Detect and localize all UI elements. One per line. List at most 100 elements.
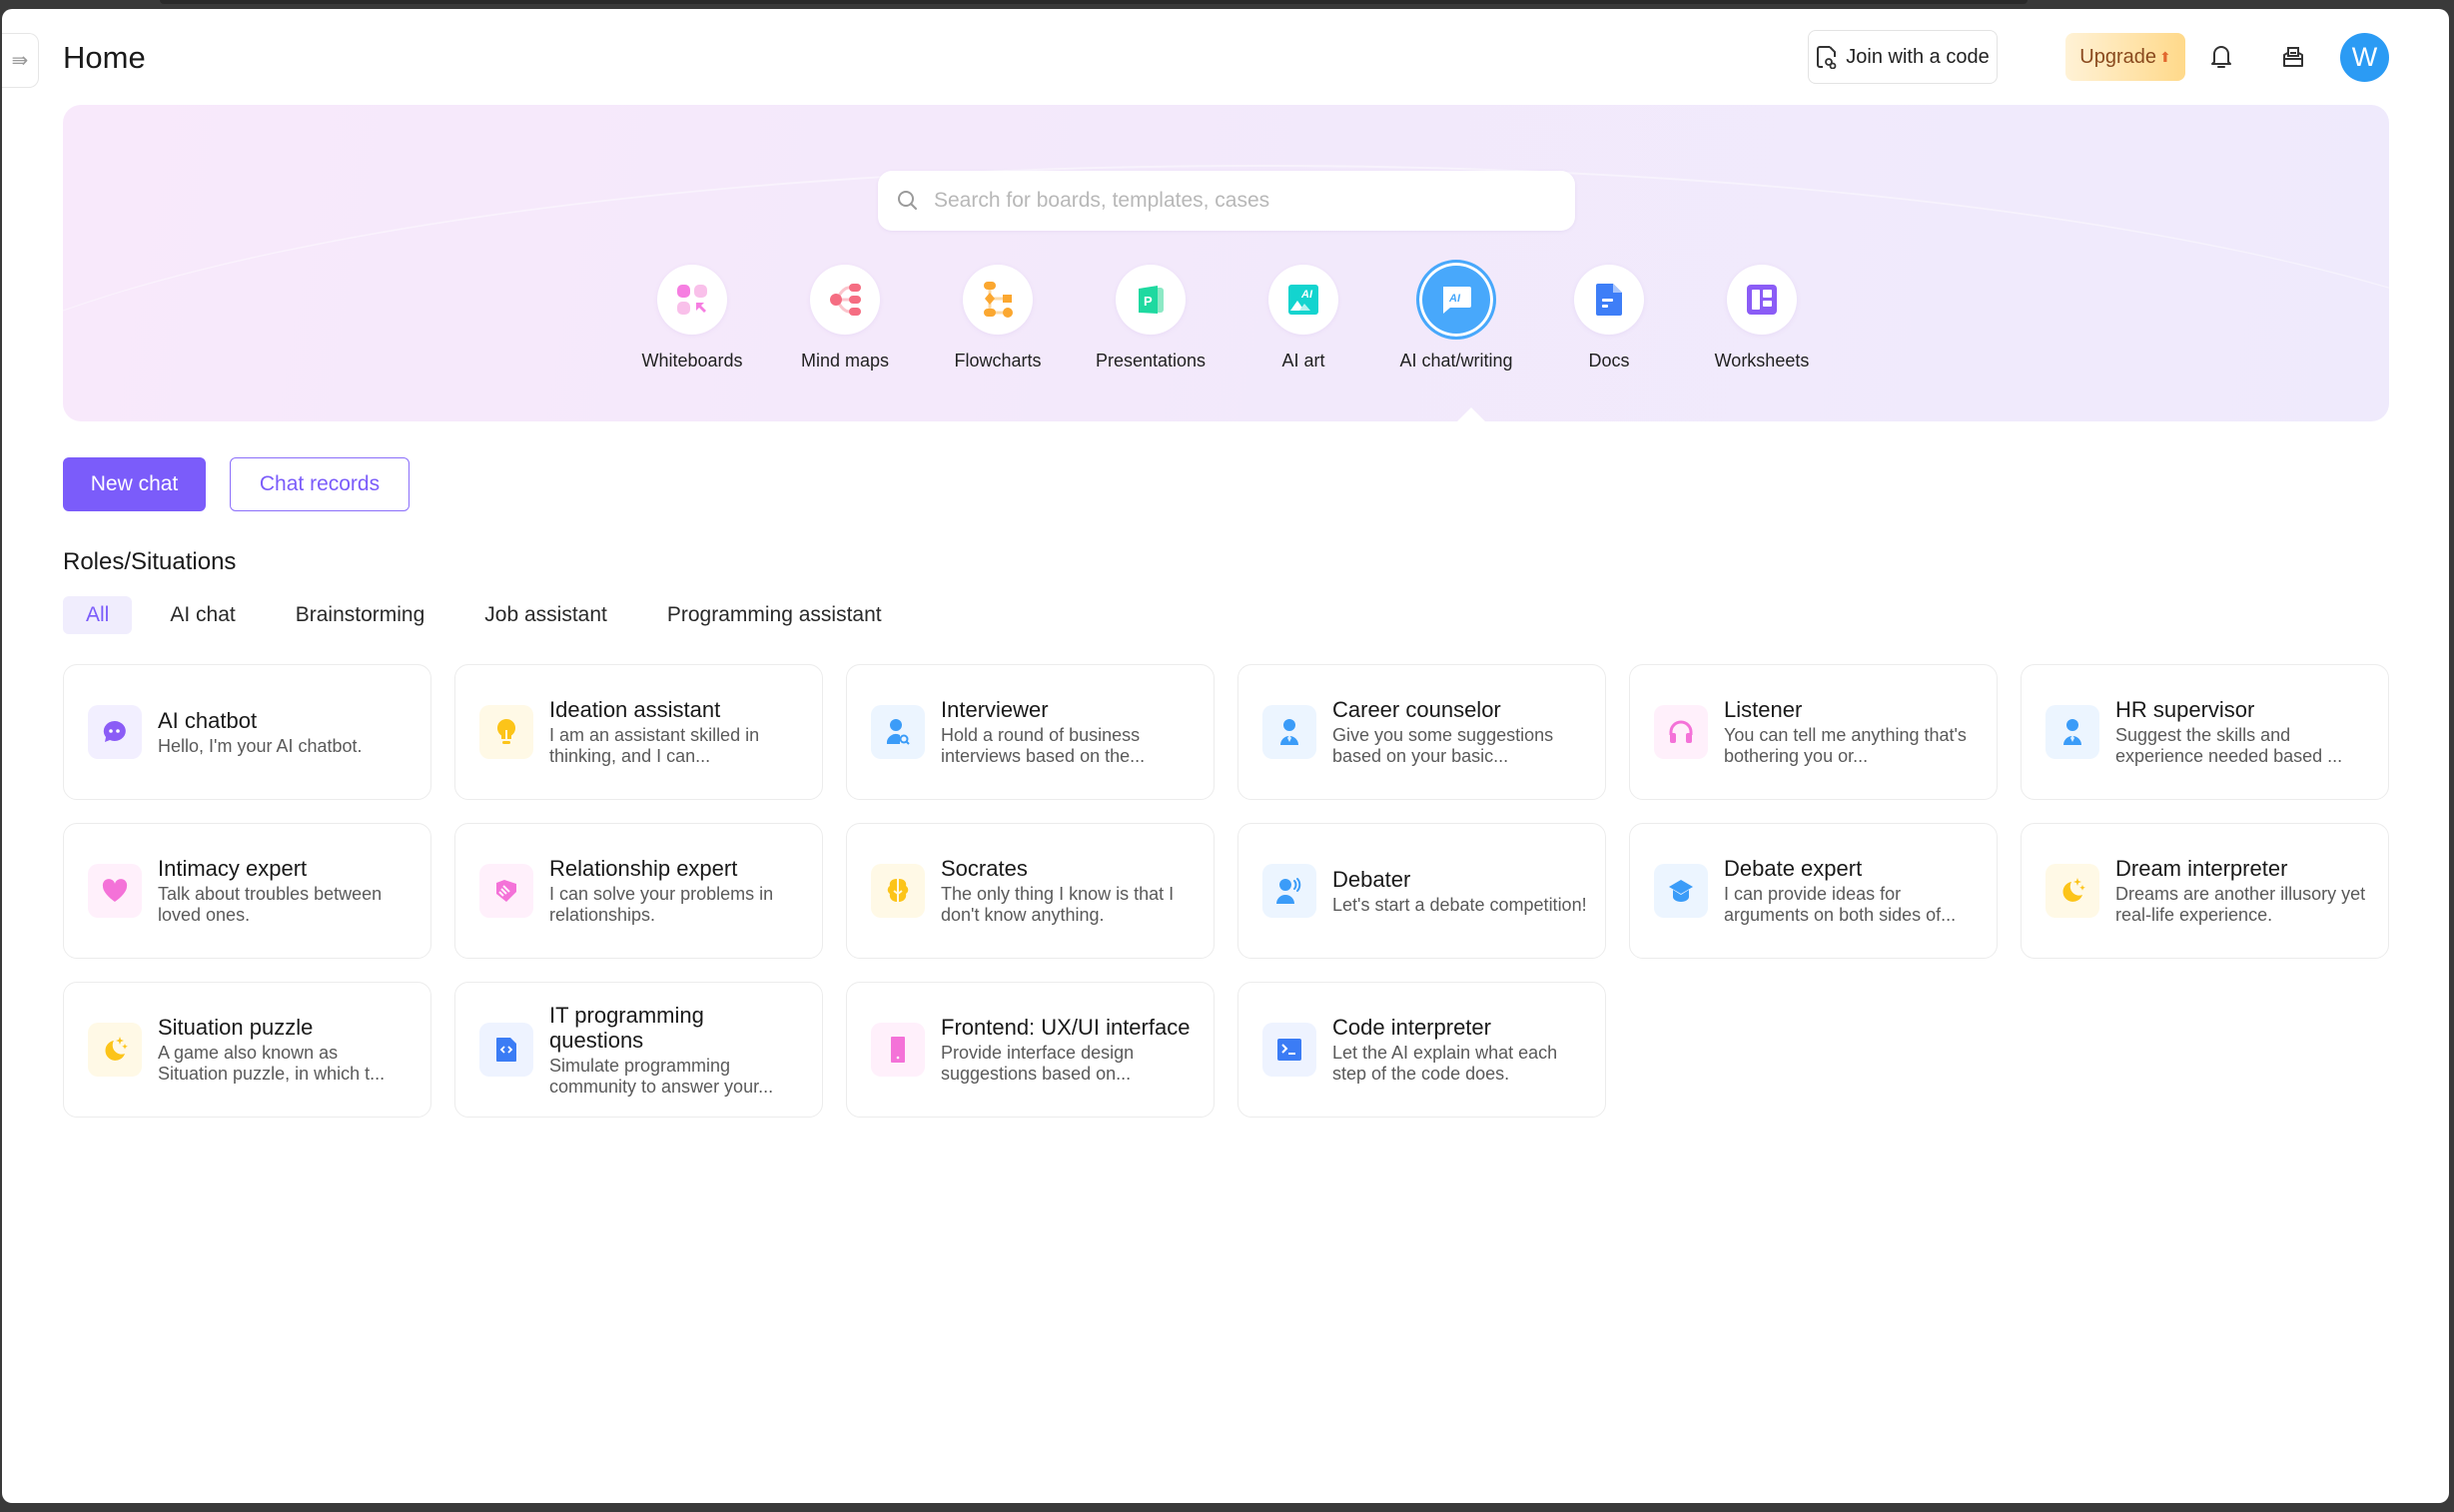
category-ai-chat-writing[interactable]: AI AI chat/writing (1386, 260, 1526, 372)
card-description: Suggest the skills and experience needed… (2115, 725, 2343, 766)
person-icon (1280, 719, 1298, 745)
role-card-hr-supervisor[interactable]: HR supervisor Suggest the skills and exp… (2021, 664, 2389, 800)
join-with-code-button[interactable]: Join with a code (1808, 30, 1998, 84)
card-description: Simulate programming community to answer… (549, 1055, 774, 1097)
card-title: Interviewer (941, 697, 1049, 722)
card-title: Career counselor (1332, 697, 1501, 722)
card-icon-wrap (88, 1023, 142, 1077)
heart-icon (102, 879, 128, 902)
role-card-dream-interpreter[interactable]: Dream interpreter Dreams are another ill… (2021, 823, 2389, 959)
chat-records-button[interactable]: Chat records (230, 457, 409, 511)
category-ai-art[interactable]: AI AI art (1233, 265, 1373, 372)
notifications-button[interactable] (2203, 39, 2239, 75)
card-title: Debate expert (1724, 856, 1863, 881)
card-text: Situation puzzle A game also known as Si… (158, 1015, 430, 1085)
card-text: Socrates The only thing I know is that I… (941, 856, 1214, 926)
category-label: Flowcharts (954, 351, 1042, 371)
card-text: Interviewer Hold a round of business int… (941, 697, 1214, 767)
page-title: Home (63, 40, 146, 75)
search-input[interactable] (934, 189, 1575, 213)
svg-text:AI: AI (1448, 293, 1461, 305)
category-mind-maps[interactable]: Mind maps (775, 265, 915, 372)
role-card-socrates[interactable]: Socrates The only thing I know is that I… (846, 823, 1215, 959)
graduation-cap-icon (1669, 880, 1693, 902)
active-category-pointer (1457, 407, 1485, 421)
card-title: Relationship expert (549, 856, 738, 881)
card-icon-wrap (2045, 705, 2099, 759)
card-icon-wrap (1654, 705, 1708, 759)
card-title: Dream interpreter (2115, 856, 2288, 881)
link-file-icon (1817, 46, 1837, 69)
role-card-relationship-expert[interactable]: Relationship expert I can solve your pro… (454, 823, 823, 959)
card-icon-wrap (1262, 705, 1316, 759)
role-card-code-interpreter[interactable]: Code interpreter Let the AI explain what… (1237, 982, 1606, 1118)
upgrade-button[interactable]: Upgrade ⬆ (2065, 33, 2185, 81)
card-description: Provide interface design suggestions bas… (941, 1043, 1135, 1084)
card-text: Listener You can tell me anything that's… (1724, 697, 1997, 767)
card-text: AI chatbot Hello, I'm your AI chatbot. (158, 708, 381, 757)
hero-banner: Whiteboards Mind maps (63, 105, 2389, 421)
handshake-icon (496, 880, 516, 902)
inbox-button[interactable] (2275, 39, 2311, 75)
card-title: HR supervisor (2115, 697, 2255, 722)
filter-tab-job-assistant[interactable]: Job assistant (466, 596, 625, 634)
role-card-intimacy-expert[interactable]: Intimacy expert Talk about troubles betw… (63, 823, 431, 959)
upgrade-label: Upgrade (2079, 45, 2156, 68)
category-presentations[interactable]: P Presentations (1081, 265, 1221, 372)
card-description: Hello, I'm your AI chatbot. (158, 735, 363, 756)
user-avatar[interactable]: W (2340, 33, 2389, 82)
category-worksheets[interactable]: Worksheets (1692, 265, 1832, 372)
card-description: Let the AI explain what each step of the… (1332, 1043, 1558, 1084)
roles-section-title: Roles/Situations (63, 548, 237, 575)
code-file-icon (496, 1038, 516, 1062)
role-card-interviewer[interactable]: Interviewer Hold a round of business int… (846, 664, 1215, 800)
role-card-ideation-assistant[interactable]: Ideation assistant I am an assistant ski… (454, 664, 823, 800)
category-label: AI chat/writing (1399, 351, 1513, 371)
card-title: AI chatbot (158, 707, 258, 733)
card-description: A game also known as Situation puzzle, i… (158, 1043, 386, 1084)
join-label: Join with a code (1846, 45, 1990, 68)
role-card-it-programming-questions[interactable]: IT programming questions Simulate progra… (454, 982, 823, 1118)
filter-tab-ai-chat[interactable]: AI chat (152, 596, 253, 634)
role-card-debater[interactable]: Debater Let's start a debate competition… (1237, 823, 1606, 959)
card-icon-wrap (1654, 864, 1708, 918)
card-description: I can solve your problems in relationshi… (549, 884, 774, 925)
card-icon-wrap (1262, 1023, 1316, 1077)
card-title: Situation puzzle (158, 1015, 314, 1040)
card-text: Intimacy expert Talk about troubles betw… (158, 856, 430, 926)
category-docs[interactable]: Docs (1539, 265, 1679, 372)
filter-tab-brainstorming[interactable]: Brainstorming (278, 596, 443, 634)
category-flowcharts[interactable]: Flowcharts (928, 265, 1068, 372)
card-icon-wrap (871, 864, 925, 918)
inbox-icon (2283, 47, 2303, 67)
card-text: Career counselor Give you some suggestio… (1332, 697, 1605, 767)
category-whiteboards[interactable]: Whiteboards (622, 265, 762, 372)
svg-text:AI: AI (1300, 289, 1313, 301)
card-icon-wrap (871, 1023, 925, 1077)
filter-tab-programming-assistant[interactable]: Programming assistant (649, 596, 900, 634)
ai-chat-icon: AI (1443, 287, 1471, 314)
card-description: Hold a round of business interviews base… (941, 725, 1146, 766)
brain-icon (887, 879, 909, 902)
role-card-listener[interactable]: Listener You can tell me anything that's… (1629, 664, 1998, 800)
search-box[interactable] (878, 171, 1575, 231)
new-chat-button[interactable]: New chat (63, 457, 206, 511)
card-icon-wrap (88, 864, 142, 918)
role-card-career-counselor[interactable]: Career counselor Give you some suggestio… (1237, 664, 1606, 800)
card-text: Debate expert I can provide ideas for ar… (1724, 856, 1997, 926)
role-card-frontend-ux-ui[interactable]: Frontend: UX/UI interface Provide interf… (846, 982, 1215, 1118)
role-card-debate-expert[interactable]: Debate expert I can provide ideas for ar… (1629, 823, 1998, 959)
role-card-ai-chatbot[interactable]: AI chatbot Hello, I'm your AI chatbot. (63, 664, 431, 800)
card-icon-wrap (479, 705, 533, 759)
role-filter-tabs: All AI chat Brainstorming Job assistant … (63, 596, 924, 634)
card-text: IT programming questions Simulate progra… (549, 1003, 822, 1098)
ai-art-icon: AI (1288, 285, 1318, 315)
card-description: You can tell me anything that's botherin… (1724, 725, 1967, 766)
category-icon-wrap (1574, 265, 1644, 335)
filter-tab-all[interactable]: All (63, 596, 133, 634)
flowchart-icon (984, 282, 1013, 318)
sidebar-toggle-button[interactable]: ⇛ (2, 33, 39, 88)
card-text: Ideation assistant I am an assistant ski… (549, 697, 822, 767)
role-card-situation-puzzle[interactable]: Situation puzzle A game also known as Si… (63, 982, 431, 1118)
category-label: Presentations (1095, 351, 1207, 371)
